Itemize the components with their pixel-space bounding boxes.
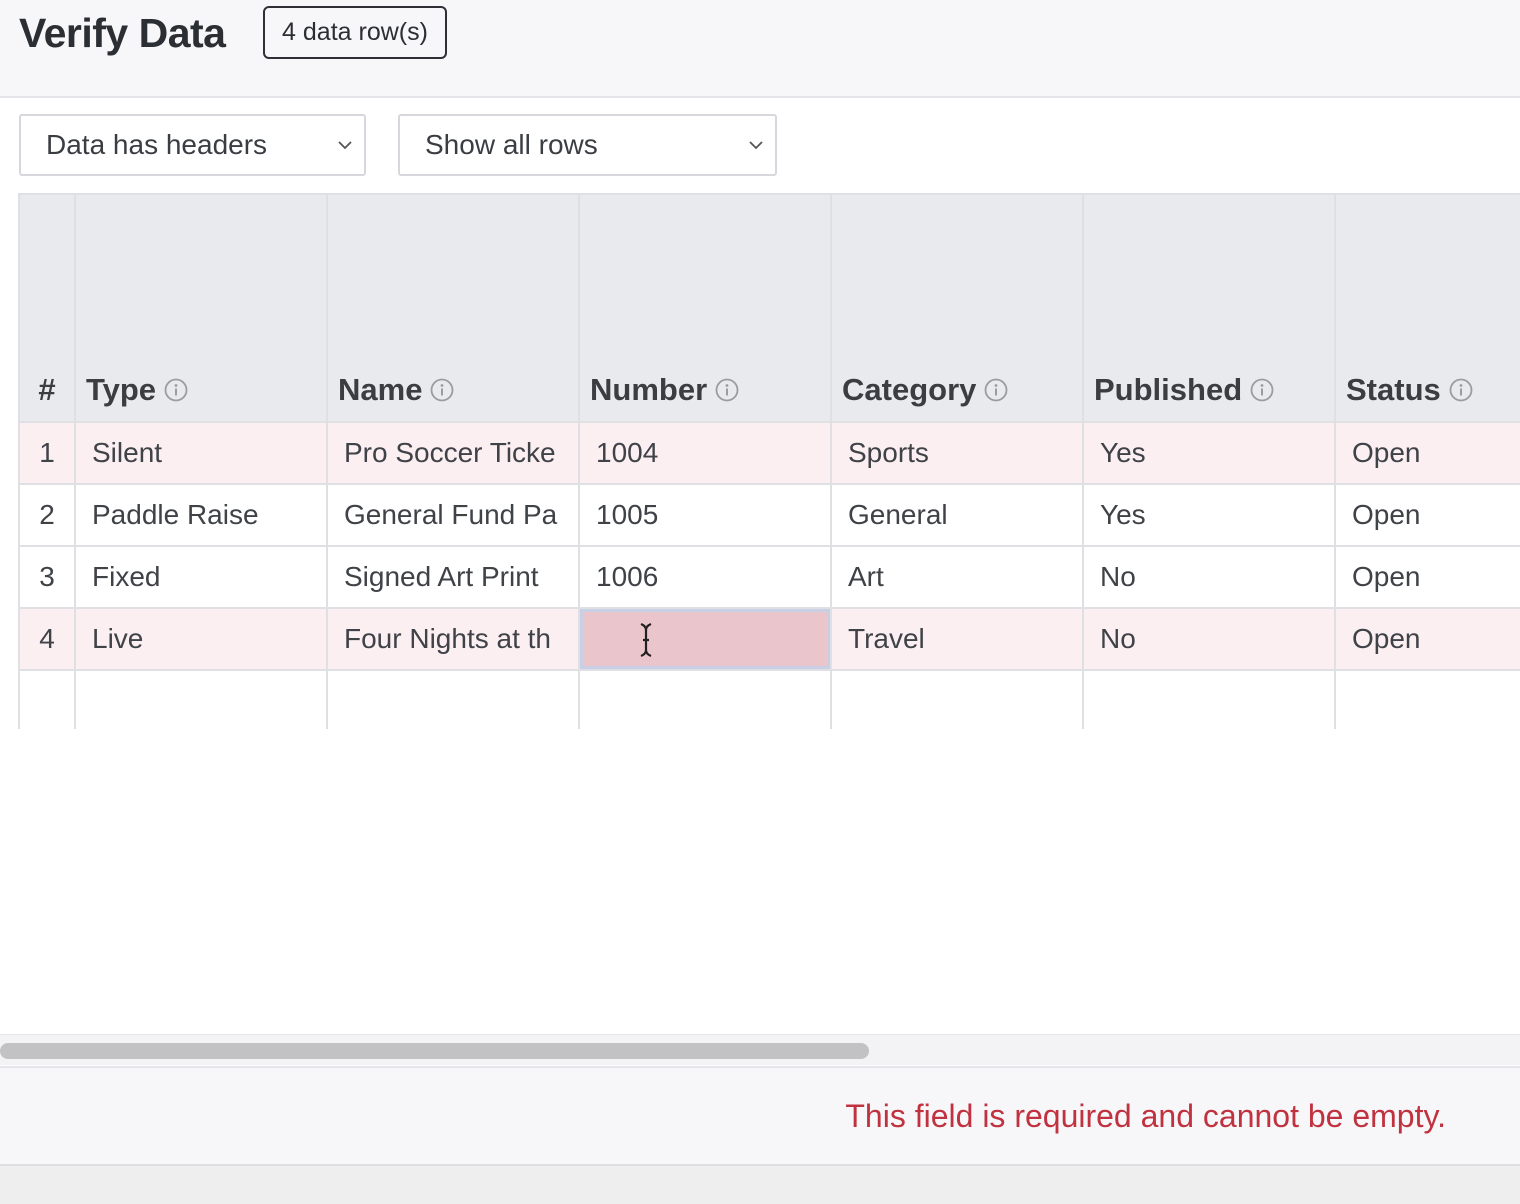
empty-cell[interactable] — [830, 669, 1084, 729]
type-cell[interactable]: Paddle Raise — [74, 483, 328, 547]
category-cell[interactable]: Sports — [830, 421, 1084, 485]
name-cell[interactable]: Signed Art Print — [326, 545, 580, 609]
row-index-cell: 3 — [18, 545, 76, 609]
column-header-name[interactable]: Name — [326, 193, 580, 423]
published-cell[interactable]: Yes — [1082, 483, 1336, 547]
status-cell[interactable]: Open — [1334, 421, 1520, 485]
empty-cell[interactable] — [74, 669, 328, 729]
empty-cell — [18, 669, 76, 729]
chevron-down-icon — [338, 141, 352, 150]
table-row: 3 Fixed Signed Art Print 1006 Art No Ope… — [18, 545, 1520, 609]
empty-cell[interactable] — [326, 669, 580, 729]
column-header-category[interactable]: Category — [830, 193, 1084, 423]
category-cell[interactable]: General — [830, 483, 1084, 547]
info-icon[interactable] — [1449, 378, 1473, 402]
page-header: Verify Data 4 data row(s) — [0, 0, 1520, 98]
name-cell[interactable]: Pro Soccer Ticke — [326, 421, 580, 485]
horizontal-scrollbar-thumb[interactable] — [0, 1043, 869, 1059]
type-cell[interactable]: Live — [74, 607, 328, 671]
table-row: 4 Live Four Nights at th Travel No Open — [18, 607, 1520, 671]
row-count-badge: 4 data row(s) — [263, 6, 447, 59]
category-cell[interactable]: Travel — [830, 607, 1084, 671]
type-cell[interactable]: Fixed — [74, 545, 328, 609]
number-cell[interactable]: 1004 — [578, 421, 832, 485]
column-header-index: # — [18, 193, 76, 423]
info-icon[interactable] — [984, 378, 1008, 402]
empty-cell[interactable] — [1082, 669, 1336, 729]
empty-cell[interactable] — [1334, 669, 1520, 729]
chevron-down-icon — [749, 141, 763, 150]
bottom-strip — [0, 1164, 1520, 1204]
header-option-select[interactable]: Data has headers — [19, 114, 366, 176]
empty-table-row — [18, 669, 1520, 729]
header-option-value: Data has headers — [46, 129, 268, 160]
page-title: Verify Data — [19, 10, 226, 56]
row-filter-value: Show all rows — [425, 129, 598, 160]
status-cell[interactable]: Open — [1334, 545, 1520, 609]
published-cell[interactable]: Yes — [1082, 421, 1336, 485]
category-cell[interactable]: Art — [830, 545, 1084, 609]
text-cursor-icon — [640, 622, 652, 658]
column-header-number[interactable]: Number — [578, 193, 832, 423]
row-index-cell: 4 — [18, 607, 76, 671]
data-table: # Type Name Number Category Published St… — [18, 193, 1520, 729]
info-icon[interactable] — [715, 378, 739, 402]
status-cell[interactable]: Open — [1334, 607, 1520, 671]
validation-footer: This field is required and cannot be emp… — [0, 1066, 1520, 1166]
info-icon[interactable] — [164, 378, 188, 402]
name-cell[interactable]: Four Nights at th — [326, 607, 580, 671]
data-grid: # Type Name Number Category Published St… — [18, 193, 1520, 729]
info-icon[interactable] — [1250, 378, 1274, 402]
table-row: 2 Paddle Raise General Fund Pa 1005 Gene… — [18, 483, 1520, 547]
name-cell[interactable]: General Fund Pa — [326, 483, 580, 547]
number-cell-invalid[interactable] — [578, 607, 832, 671]
column-header-status[interactable]: Status — [1334, 193, 1520, 423]
published-cell[interactable]: No — [1082, 607, 1336, 671]
row-index-cell: 2 — [18, 483, 76, 547]
table-row: 1 Silent Pro Soccer Ticke 1004 Sports Ye… — [18, 421, 1520, 485]
type-cell[interactable]: Silent — [74, 421, 328, 485]
column-header-published[interactable]: Published — [1082, 193, 1336, 423]
validation-error-message: This field is required and cannot be emp… — [845, 1098, 1446, 1134]
empty-cell[interactable] — [578, 669, 832, 729]
published-cell[interactable]: No — [1082, 545, 1336, 609]
row-filter-select[interactable]: Show all rows — [398, 114, 777, 176]
status-cell[interactable]: Open — [1334, 483, 1520, 547]
info-icon[interactable] — [430, 378, 454, 402]
number-cell[interactable]: 1006 — [578, 545, 832, 609]
row-index-cell: 1 — [18, 421, 76, 485]
table-header-row: # Type Name Number Category Published St… — [18, 193, 1520, 423]
number-cell[interactable]: 1005 — [578, 483, 832, 547]
column-header-type[interactable]: Type — [74, 193, 328, 423]
